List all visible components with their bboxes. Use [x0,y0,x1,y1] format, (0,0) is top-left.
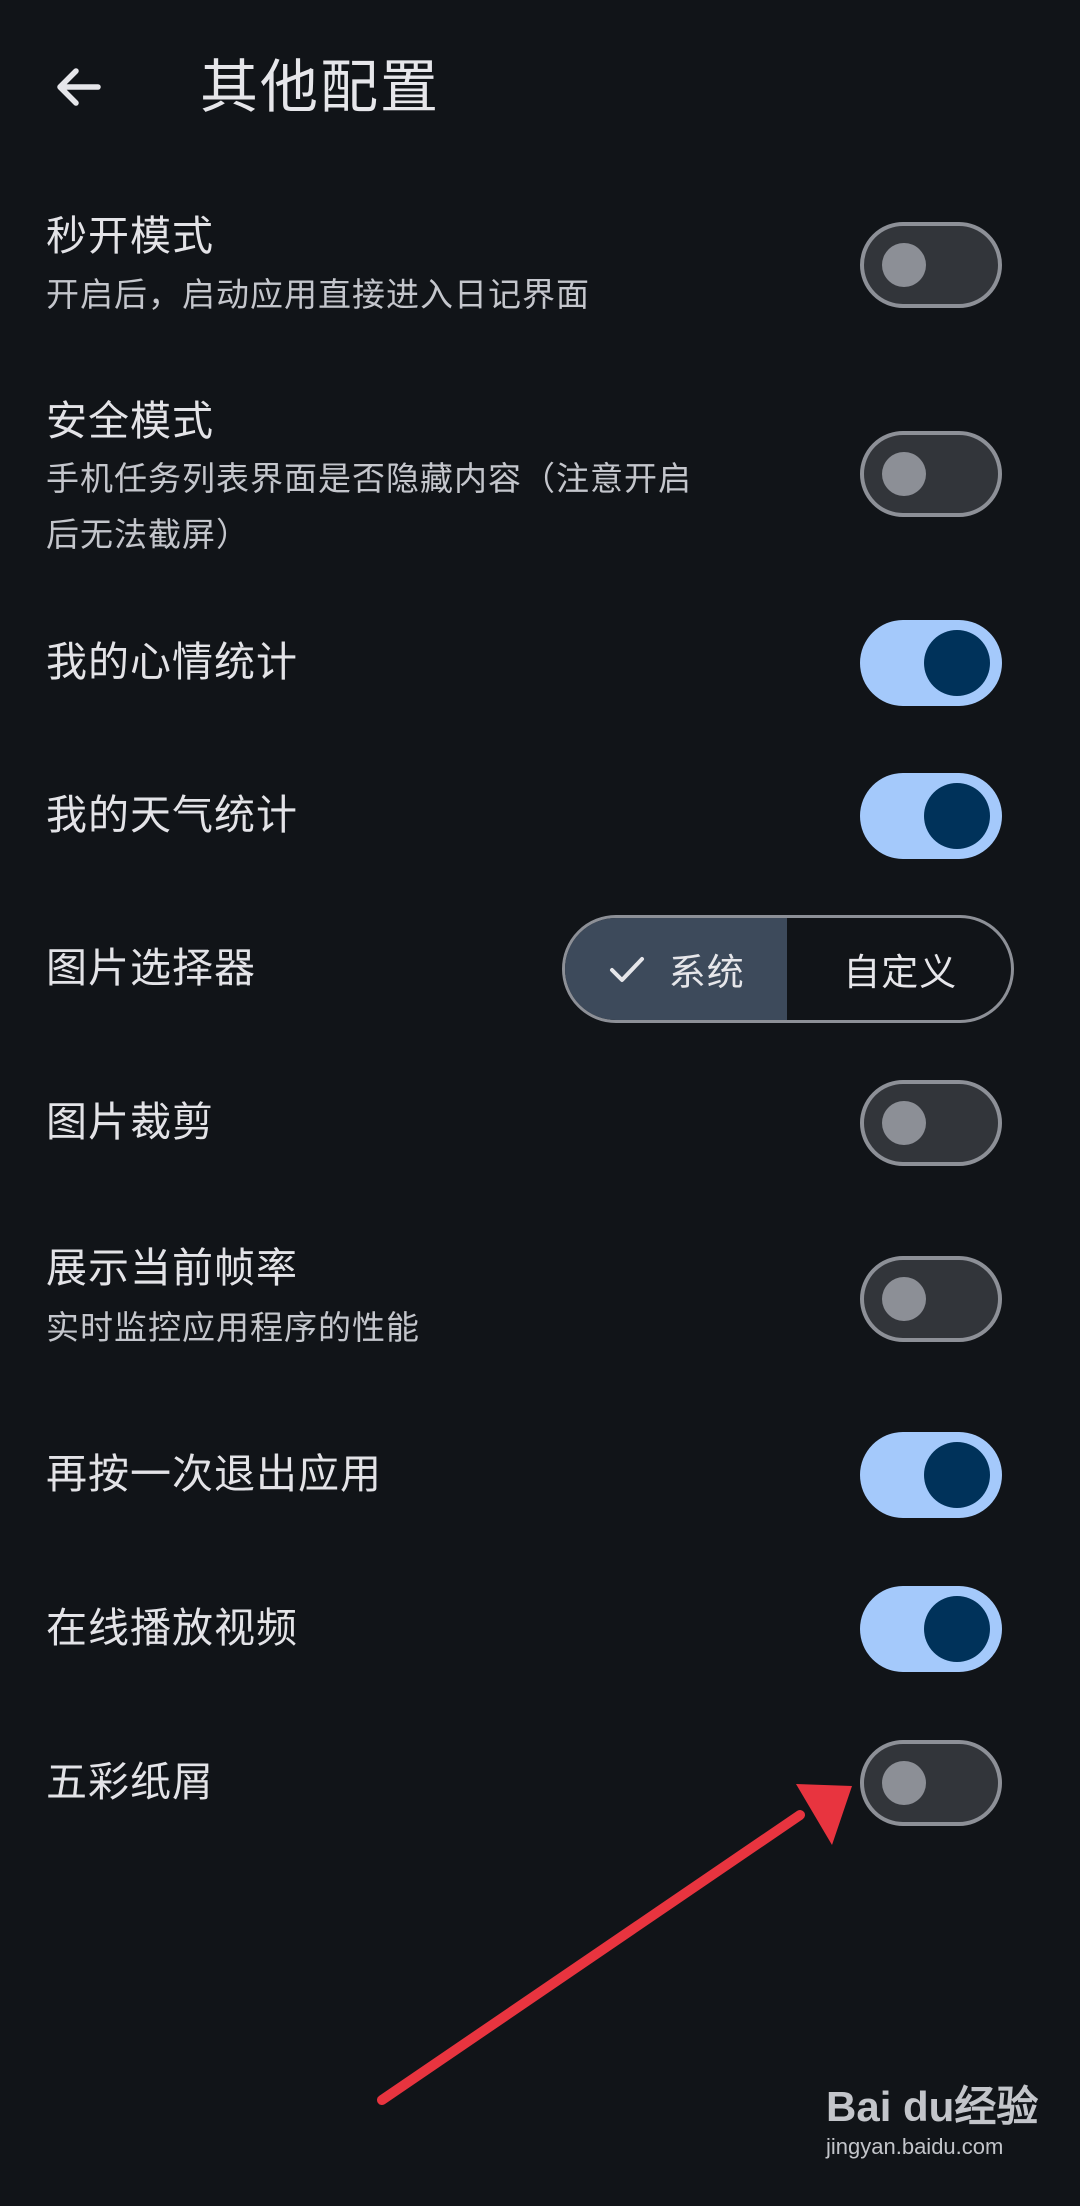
setting-subtitle: 开启后，启动应用直接进入日记界面 [46,275,590,314]
check-icon [607,949,647,989]
toggle-knob [882,243,926,287]
toggle-knob [924,630,990,696]
segment-label: 自定义 [843,951,958,994]
setting-row-online-video[interactable]: 在线播放视频 [0,1586,1080,1686]
toggle-knob [882,452,926,496]
setting-row-confetti[interactable]: 五彩纸屑 [0,1740,1080,1840]
setting-subtitle: 实时监控应用程序的性能 [46,1308,420,1347]
baidu-jingyan-watermark: Bai du经验 jingyan.baidu.com [826,2080,1066,2160]
watermark-url: jingyan.baidu.com [826,2134,1004,2159]
setting-title: 我的天气统计 [46,791,298,839]
image-picker-segmented-control: 系统 自定义 [562,915,1014,1023]
setting-title: 再按一次退出应用 [46,1450,382,1498]
double-back-exit-toggle[interactable] [860,1432,1002,1518]
segment-system[interactable]: 系统 [565,918,790,1020]
setting-row-mood-stats[interactable]: 我的心情统计 [0,620,1080,720]
toggle-knob [882,1101,926,1145]
weather-stats-toggle[interactable] [860,773,1002,859]
toggle-knob [924,1442,990,1508]
setting-title: 我的心情统计 [46,638,298,686]
segment-custom[interactable]: 自定义 [790,918,1012,1020]
segment-label: 系统 [668,951,745,994]
setting-title: 安全模式 [46,397,214,445]
image-crop-toggle[interactable] [860,1080,1002,1166]
setting-row-instant-open[interactable]: 秒开模式 开启后，启动应用直接进入日记界面 [0,200,1080,330]
safe-mode-toggle[interactable] [860,431,1002,517]
setting-row-image-crop[interactable]: 图片裁剪 [0,1080,1080,1180]
app-bar: 其他配置 [0,0,1080,180]
setting-row-double-back-exit[interactable]: 再按一次退出应用 [0,1432,1080,1532]
setting-subtitle: 后无法截屏） [46,515,250,554]
page-title: 其他配置 [200,53,441,121]
setting-title: 图片裁剪 [46,1098,214,1146]
toggle-knob [924,1596,990,1662]
setting-title: 图片选择器 [46,944,256,992]
setting-title: 在线播放视频 [46,1604,298,1652]
watermark-logo: Bai du经验 [826,2083,1039,2130]
setting-row-show-fps[interactable]: 展示当前帧率 实时监控应用程序的性能 [0,1240,1080,1370]
show-fps-toggle[interactable] [860,1256,1002,1342]
arrow-left-icon [57,68,101,106]
online-video-toggle[interactable] [860,1586,1002,1672]
toggle-knob [882,1277,926,1321]
setting-row-weather-stats[interactable]: 我的天气统计 [0,773,1080,873]
instant-open-toggle[interactable] [860,222,1002,308]
toggle-knob [924,783,990,849]
confetti-toggle[interactable] [860,1740,1002,1826]
mood-stats-toggle[interactable] [860,620,1002,706]
back-button[interactable] [40,50,114,124]
setting-row-safe-mode[interactable]: 安全模式 手机任务列表界面是否隐藏内容（注意开启 后无法截屏） [0,385,1080,565]
setting-title: 五彩纸屑 [46,1758,214,1806]
setting-subtitle: 手机任务列表界面是否隐藏内容（注意开启 [46,459,692,498]
setting-title: 秒开模式 [46,212,214,260]
setting-title: 展示当前帧率 [46,1244,298,1292]
toggle-knob [882,1761,926,1805]
